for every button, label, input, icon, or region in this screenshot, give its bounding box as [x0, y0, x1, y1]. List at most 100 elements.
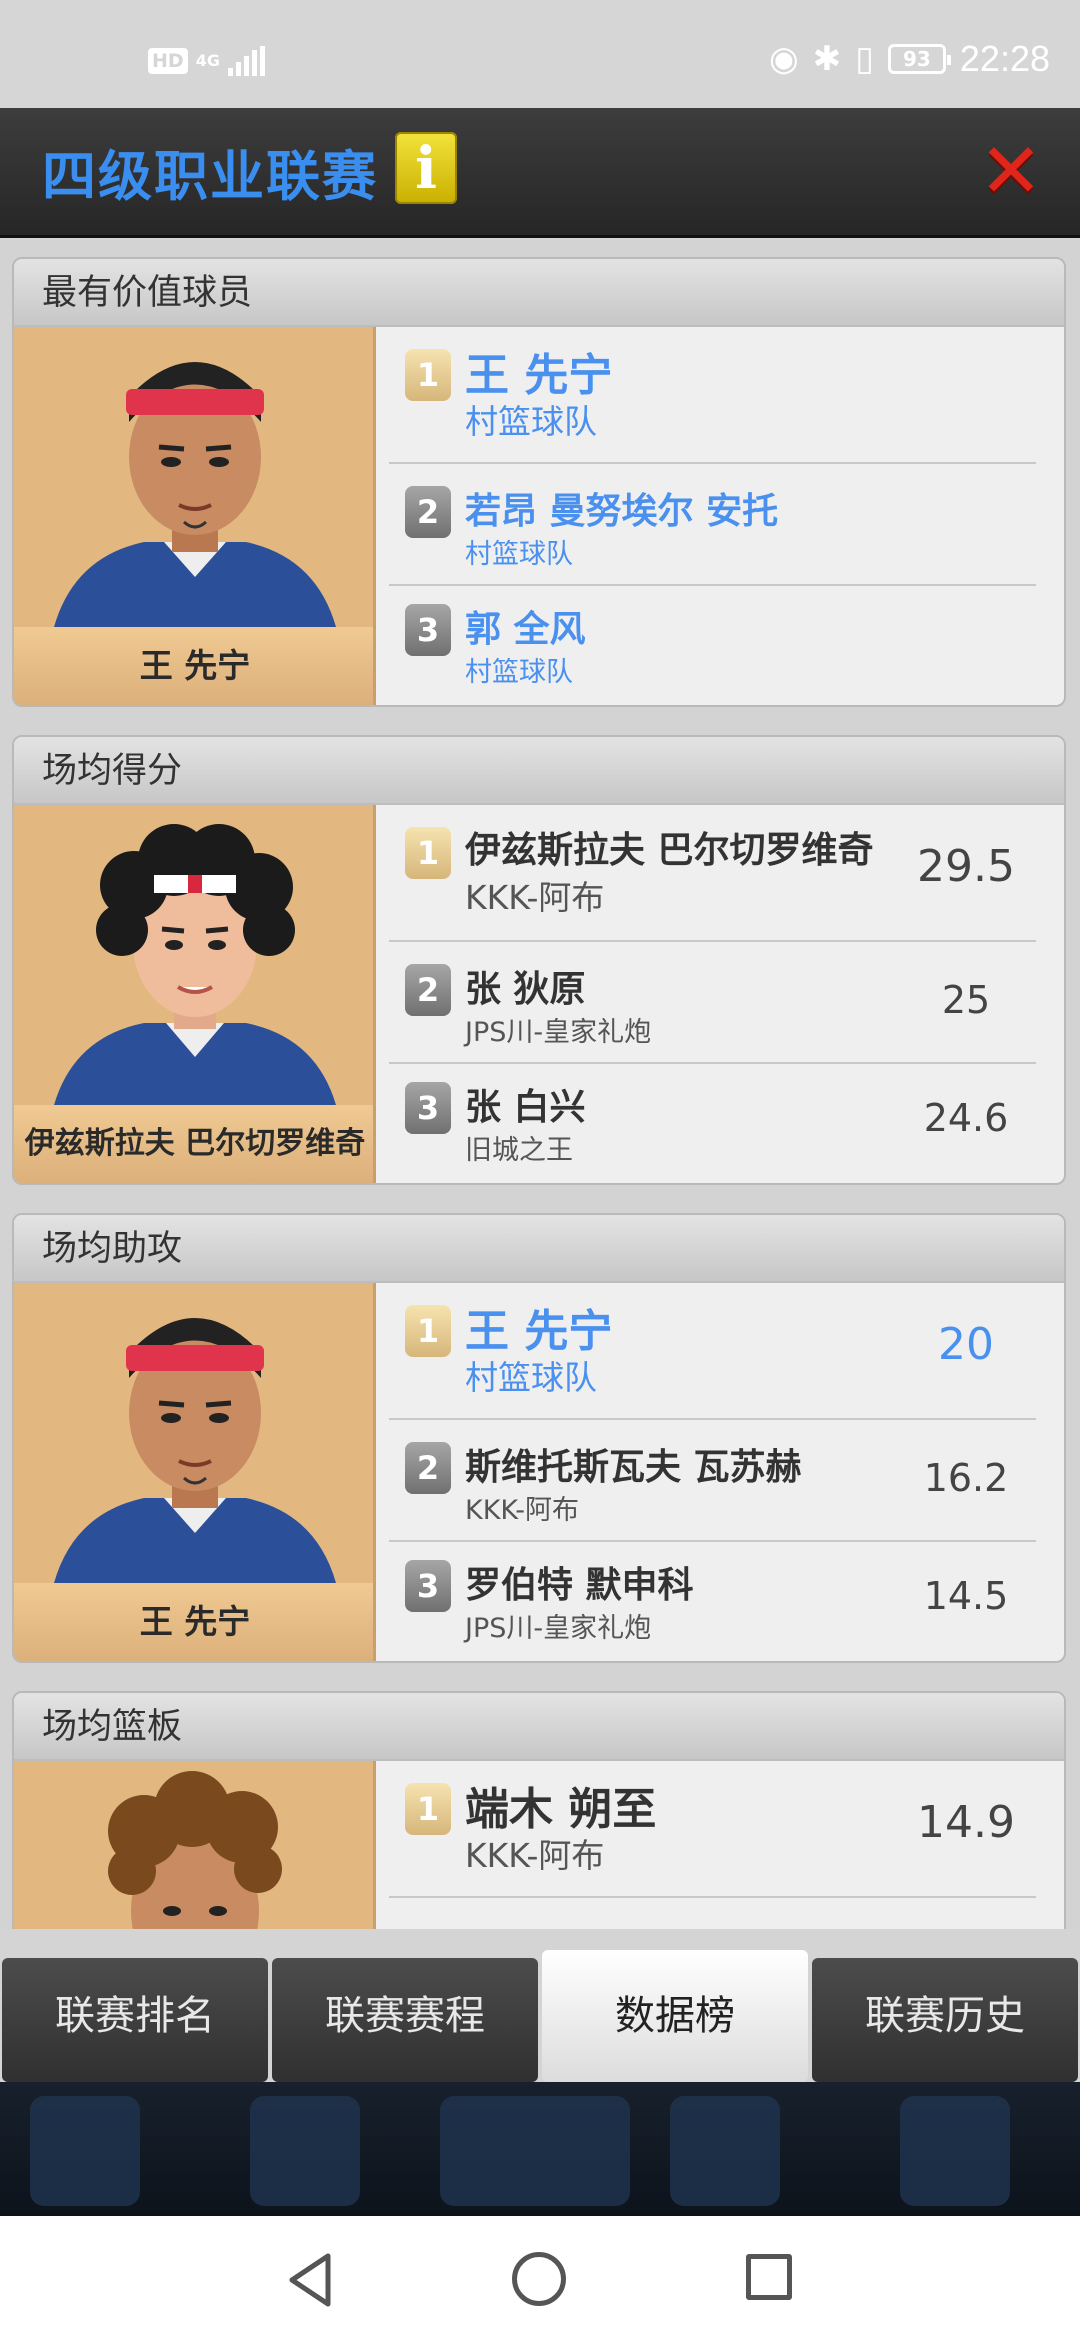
page-title: 四级职业联赛 — [42, 145, 378, 208]
player-name: 张 白兴 — [465, 1087, 586, 1128]
player-portrait[interactable]: 王 先宁 — [14, 327, 376, 705]
list-item[interactable]: 3 郭 全风 村篮球队 — [389, 584, 1036, 705]
portrait-name: 王 先宁 — [14, 1583, 373, 1661]
vibrate-icon: ▯ — [855, 39, 874, 79]
player-name: 斯维托斯瓦夫 瓦苏赫 — [465, 1447, 802, 1488]
rank-badge: 3 — [405, 1560, 451, 1612]
section-title: 场均得分 — [14, 737, 1064, 805]
team-name: KKK-阿布 — [465, 1836, 605, 1875]
stat-value: 16.2 — [923, 1456, 1009, 1500]
player-name: 张 狄原 — [465, 969, 586, 1010]
game-nav-icon — [250, 2096, 360, 2206]
stat-value: 14.5 — [923, 1574, 1009, 1618]
section-title: 场均助攻 — [14, 1215, 1064, 1283]
back-icon[interactable] — [286, 2252, 336, 2308]
stat-value: 20 — [938, 1319, 994, 1370]
team-name: KKK-阿布 — [465, 1495, 580, 1526]
team-name: 村篮球队 — [465, 402, 597, 441]
tab-league-ranking[interactable]: 联赛排名 — [2, 1958, 268, 2082]
list-item[interactable] — [389, 1896, 1036, 1929]
stats-leaderboard[interactable]: 最有价值球员 王 先宁 1 王 先宁 村篮球队 2 若昂 曼努埃尔 安托 村篮球… — [0, 241, 1080, 1929]
status-bar: HD 4G ◉ ✱ ▯ 93 22:28 — [0, 0, 1080, 108]
info-button[interactable]: i — [395, 132, 457, 204]
app-header: 四级职业联赛 i ✕ — [0, 108, 1080, 238]
section-title: 场均篮板 — [14, 1693, 1064, 1761]
player-avatar-icon — [54, 824, 336, 1105]
team-name: 村篮球队 — [465, 1358, 597, 1397]
list-item[interactable]: 2 张 狄原 JPS川-皇家礼炮 25 — [389, 940, 1036, 1062]
stat-value: 14.9 — [917, 1797, 1015, 1848]
team-name: 村篮球队 — [465, 657, 573, 688]
eye-icon: ◉ — [769, 39, 799, 79]
list-item[interactable]: 2 若昂 曼努埃尔 安托 村篮球队 — [389, 462, 1036, 584]
player-avatar-icon — [54, 362, 336, 627]
section-rebounds: 场均篮板 1 端木 朔至 KKK-阿布 14.9 — [12, 1691, 1066, 1929]
player-portrait[interactable]: 王 先宁 — [14, 1283, 376, 1661]
game-nav-icon — [30, 2096, 140, 2206]
bluetooth-icon: ✱ — [812, 39, 842, 79]
home-icon[interactable] — [512, 2252, 566, 2306]
list-item[interactable]: 3 罗伯特 默申科 JPS川-皇家礼炮 14.5 — [389, 1540, 1036, 1661]
player-name: 王 先宁 — [465, 350, 613, 401]
rank-list: 1 王 先宁 村篮球队 2 若昂 曼努埃尔 安托 村篮球队 3 郭 全风 村篮球… — [389, 327, 1036, 705]
list-item[interactable]: 1 伊兹斯拉夫 巴尔切罗维奇 KKK-阿布 29.5 — [389, 805, 1036, 940]
list-item[interactable]: 1 端木 朔至 KKK-阿布 14.9 — [389, 1761, 1036, 1896]
rank-badge: 2 — [405, 1442, 451, 1494]
player-avatar-icon — [54, 1318, 336, 1583]
system-nav-bar — [0, 2216, 1080, 2340]
rank-badge: 1 — [405, 349, 451, 401]
game-nav-icon — [440, 2096, 630, 2206]
network-type: 4G — [195, 51, 220, 70]
close-button[interactable]: ✕ — [976, 133, 1046, 209]
status-left: HD 4G — [148, 46, 265, 76]
team-name: 旧城之王 — [465, 1135, 573, 1166]
player-portrait[interactable] — [14, 1761, 376, 1929]
rank-list: 1 王 先宁 村篮球队 20 2 斯维托斯瓦夫 瓦苏赫 KKK-阿布 16.2 … — [389, 1283, 1036, 1661]
portrait-name: 伊兹斯拉夫 巴尔切罗维奇 — [14, 1105, 373, 1183]
list-item[interactable]: 2 斯维托斯瓦夫 瓦苏赫 KKK-阿布 16.2 — [389, 1418, 1036, 1540]
game-nav-icon — [670, 2096, 780, 2206]
bottom-tabs: 联赛排名 联赛赛程 数据榜 联赛历史 — [0, 1950, 1080, 2082]
section-title: 最有价值球员 — [14, 259, 1064, 327]
game-nav-icon — [900, 2096, 1010, 2206]
team-name: KKK-阿布 — [465, 878, 605, 917]
list-item[interactable]: 1 王 先宁 村篮球队 — [389, 327, 1036, 462]
battery-icon: 93 — [887, 44, 951, 74]
rank-badge: 1 — [405, 1783, 451, 1835]
stat-value: 25 — [941, 978, 991, 1022]
rank-badge: 2 — [405, 486, 451, 538]
player-name: 郭 全风 — [465, 609, 586, 650]
section-mvp: 最有价值球员 王 先宁 1 王 先宁 村篮球队 2 若昂 曼努埃尔 安托 村篮球… — [12, 257, 1066, 707]
player-name: 伊兹斯拉夫 巴尔切罗维奇 — [465, 830, 874, 871]
recent-apps-icon[interactable] — [746, 2254, 792, 2300]
portrait-name: 王 先宁 — [14, 627, 373, 705]
clock: 22:28 — [959, 38, 1050, 79]
section-assists: 场均助攻 王 先宁 1 王 先宁 村篮球队 20 2 斯维托斯瓦夫 瓦苏赫 KK… — [12, 1213, 1066, 1663]
player-avatar-icon — [108, 1771, 282, 1929]
rank-list: 1 伊兹斯拉夫 巴尔切罗维奇 KKK-阿布 29.5 2 张 狄原 JPS川-皇… — [389, 805, 1036, 1183]
player-name: 罗伯特 默申科 — [465, 1565, 694, 1606]
player-portrait[interactable]: 伊兹斯拉夫 巴尔切罗维奇 — [14, 805, 376, 1183]
list-item[interactable]: 1 王 先宁 村篮球队 20 — [389, 1283, 1036, 1418]
list-item[interactable]: 3 张 白兴 旧城之王 24.6 — [389, 1062, 1036, 1183]
hd-indicator: HD — [148, 48, 188, 74]
team-name: 村篮球队 — [465, 539, 573, 570]
rank-badge: 2 — [405, 964, 451, 1016]
signal-icon — [227, 46, 265, 76]
status-right: ◉ ✱ ▯ 93 22:28 — [769, 38, 1050, 80]
rank-badge: 1 — [405, 827, 451, 879]
section-points: 场均得分 伊兹斯拉夫 巴尔切罗维奇 1 伊兹斯拉夫 巴尔切罗维奇 KKK-阿布 … — [12, 735, 1066, 1185]
game-nav-bar — [0, 2082, 1080, 2216]
tab-league-schedule[interactable]: 联赛赛程 — [272, 1958, 538, 2082]
rank-badge: 3 — [405, 604, 451, 656]
rank-badge: 1 — [405, 1305, 451, 1357]
player-name: 端木 朔至 — [465, 1784, 657, 1835]
rank-list: 1 端木 朔至 KKK-阿布 14.9 — [389, 1761, 1036, 1929]
tab-stats-leaderboard[interactable]: 数据榜 — [542, 1950, 808, 2082]
stat-value: 24.6 — [923, 1096, 1009, 1140]
team-name: JPS川-皇家礼炮 — [465, 1017, 652, 1048]
team-name: JPS川-皇家礼炮 — [465, 1613, 652, 1644]
tab-league-history[interactable]: 联赛历史 — [812, 1958, 1078, 2082]
stat-value: 29.5 — [917, 841, 1015, 892]
rank-badge: 3 — [405, 1082, 451, 1134]
